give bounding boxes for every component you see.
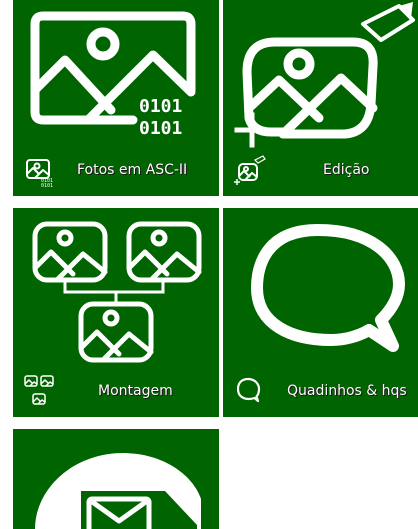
speech-bubble-small-icon [236, 377, 261, 403]
tile-label: Montagem [98, 383, 173, 399]
image-montage-small-icon [24, 375, 54, 405]
tile-edit[interactable]: Edição [223, 0, 418, 196]
mail-bubble-icon [35, 453, 201, 529]
tile-label: Fotos em ASC-II [77, 162, 188, 178]
image-edit-small-icon [234, 155, 266, 185]
tile-montage[interactable]: Montagem [13, 208, 219, 417]
image-binary-small-icon: 0101 0101 [26, 159, 53, 188]
tile-mail[interactable] [13, 429, 219, 529]
tile-label: Edição [323, 162, 370, 178]
tile-ascii-photos[interactable]: 0101 0101 0101 0101 Fotos em ASC-II [13, 0, 219, 196]
svg-text:0101: 0101 [41, 183, 53, 188]
tile-comics[interactable]: Quadinhos & hqs [223, 208, 418, 417]
binary-text-2: 0101 [139, 118, 182, 139]
tile-label: Quadinhos & hqs [287, 383, 407, 399]
binary-text-1: 0101 [139, 96, 182, 117]
